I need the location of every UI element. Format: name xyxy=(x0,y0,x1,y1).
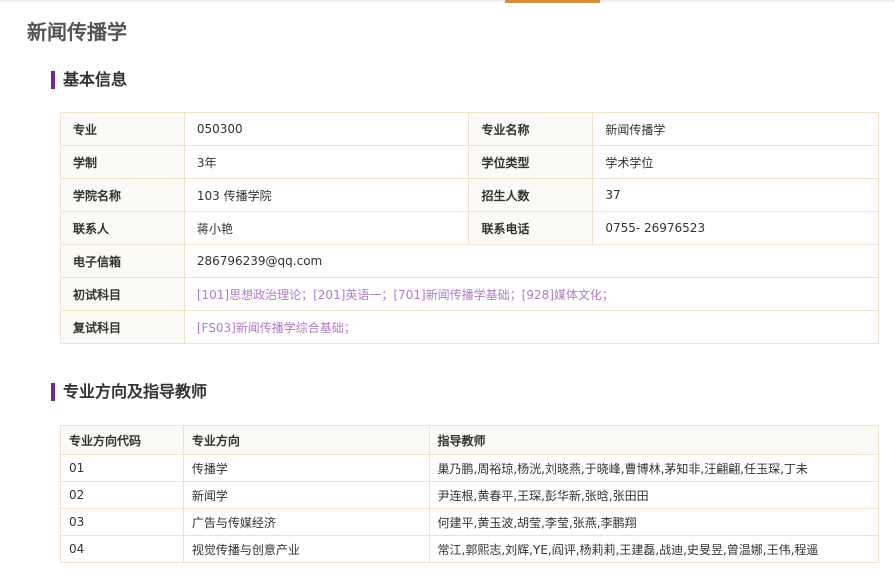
retest-label: 复试科目 xyxy=(60,310,185,344)
college-label: 学院名称 xyxy=(60,178,185,212)
major-code-label: 专业 xyxy=(60,112,185,146)
degree-type-value: 学术学位 xyxy=(592,145,879,179)
top-divider xyxy=(0,0,895,2)
direction-code: 02 xyxy=(60,481,184,509)
advisor-list: 何建平,黄玉波,胡莹,李莹,张燕,李鹏翔 xyxy=(428,508,880,536)
info-row-major: 专业 050300 专业名称 新闻传播学 xyxy=(60,112,879,146)
section-title-directions: 专业方向及指导教师 xyxy=(51,383,207,401)
directions-header-row: 专业方向代码 专业方向 指导教师 xyxy=(60,425,880,455)
contact-value: 蒋小艳 xyxy=(183,211,470,245)
info-row-email: 电子信箱 286796239@qq.com xyxy=(60,244,880,278)
info-row-contact: 联系人 蒋小艳 联系电话 0755- 26976523 xyxy=(60,211,879,245)
direction-code: 03 xyxy=(60,508,184,536)
duration-value: 3年 xyxy=(183,145,470,179)
phone-value: 0755- 26976523 xyxy=(592,211,879,245)
directions-table: 专业方向代码 专业方向 指导教师 01 传播学 巢乃鹏,周裕琼,杨洸,刘晓燕,于… xyxy=(60,425,880,563)
basic-info-table: 专业 050300 专业名称 新闻传播学 学制 3年 学位类型 学术学位 学院名… xyxy=(60,112,880,344)
major-name-value: 新闻传播学 xyxy=(592,112,879,146)
info-row-retest: 复试科目 [FS03]新闻传播学综合基础； xyxy=(60,310,880,344)
contact-label: 联系人 xyxy=(60,211,185,245)
initial-exam-label: 初试科目 xyxy=(60,277,185,311)
page-title: 新闻传播学 xyxy=(27,20,127,44)
enrollment-value: 37 xyxy=(592,178,879,212)
major-code-value: 050300 xyxy=(183,112,470,146)
section-title-basic-info: 基本信息 xyxy=(51,71,127,89)
duration-label: 学制 xyxy=(60,145,185,179)
active-tab-indicator xyxy=(505,0,600,3)
column-header-code: 专业方向代码 xyxy=(60,425,184,455)
direction-name: 新闻学 xyxy=(182,481,430,509)
direction-code: 01 xyxy=(60,454,184,482)
email-value: 286796239@qq.com xyxy=(183,244,880,278)
advisor-list: 巢乃鹏,周裕琼,杨洸,刘晓燕,于晓峰,曹博林,茅知非,汪翩翩,任玉琛,丁未 xyxy=(428,454,880,482)
table-row: 03 广告与传媒经济 何建平,黄玉波,胡莹,李莹,张燕,李鹏翔 xyxy=(60,508,880,536)
college-value: 103 传播学院 xyxy=(183,178,470,212)
direction-code: 04 xyxy=(60,535,184,563)
degree-type-label: 学位类型 xyxy=(468,145,594,179)
column-header-direction: 专业方向 xyxy=(182,425,430,455)
table-row: 02 新闻学 尹连根,黄春平,王琛,彭华新,张晗,张田田 xyxy=(60,481,880,509)
info-row-college: 学院名称 103 传播学院 招生人数 37 xyxy=(60,178,879,212)
initial-exam-subjects-link[interactable]: [101]思想政治理论；[201]英语一；[701]新闻传播学基础；[928]媒… xyxy=(183,277,880,311)
retest-subjects-link[interactable]: [FS03]新闻传播学综合基础； xyxy=(183,310,880,344)
email-label: 电子信箱 xyxy=(60,244,185,278)
enrollment-label: 招生人数 xyxy=(468,178,594,212)
column-header-advisors: 指导教师 xyxy=(428,425,880,455)
direction-name: 视觉传播与创意产业 xyxy=(182,535,430,563)
direction-name: 传播学 xyxy=(182,454,430,482)
table-row: 01 传播学 巢乃鹏,周裕琼,杨洸,刘晓燕,于晓峰,曹博林,茅知非,汪翩翩,任玉… xyxy=(60,454,880,482)
info-row-initial-exam: 初试科目 [101]思想政治理论；[201]英语一；[701]新闻传播学基础；[… xyxy=(60,277,880,311)
major-name-label: 专业名称 xyxy=(468,112,594,146)
phone-label: 联系电话 xyxy=(468,211,594,245)
direction-name: 广告与传媒经济 xyxy=(182,508,430,536)
table-row: 04 视觉传播与创意产业 常江,郭熙志,刘辉,YE,阎评,杨莉莉,王建磊,战迪,… xyxy=(60,535,880,563)
advisor-list: 尹连根,黄春平,王琛,彭华新,张晗,张田田 xyxy=(428,481,880,509)
advisor-list: 常江,郭熙志,刘辉,YE,阎评,杨莉莉,王建磊,战迪,史旻昱,曾温娜,王伟,程遥 xyxy=(428,535,880,563)
info-row-duration: 学制 3年 学位类型 学术学位 xyxy=(60,145,879,179)
